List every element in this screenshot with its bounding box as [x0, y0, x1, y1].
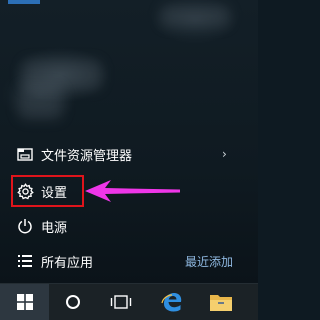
power-icon [16, 217, 34, 235]
menu-item-power[interactable]: 电源 [0, 211, 258, 241]
menu-item-file-explorer[interactable]: 文件资源管理器 › [0, 139, 258, 169]
start-windows-icon [16, 294, 33, 310]
file-explorer-taskbar-button[interactable] [203, 284, 239, 320]
cortana-circle-icon [66, 295, 80, 309]
blurred-tile [160, 5, 230, 27]
recently-added-link[interactable]: 最近添加 [185, 253, 233, 270]
pointer-arrow [85, 180, 180, 202]
pinned-tile-edge[interactable] [8, 0, 40, 4]
highlight-box [11, 175, 84, 207]
menu-item-label: 文件资源管理器 [41, 148, 133, 164]
menu-item-label: 所有应用 [41, 255, 94, 271]
file-explorer-icon [16, 145, 34, 163]
all-apps-icon [16, 252, 34, 270]
start-button[interactable] [0, 284, 49, 320]
menu-item-all-apps[interactable]: 所有应用 最近添加 [0, 246, 258, 276]
cortana-button[interactable] [55, 284, 91, 320]
menu-item-label: 电源 [41, 220, 68, 236]
task-view-icon [110, 295, 132, 309]
folder-icon [210, 295, 232, 311]
edge-button[interactable] [153, 284, 191, 320]
taskbar [0, 283, 258, 320]
edge-icon [161, 293, 182, 312]
task-view-button[interactable] [103, 284, 139, 320]
chevron-right-icon[interactable]: › [222, 147, 227, 161]
blurred-tile [18, 85, 63, 120]
